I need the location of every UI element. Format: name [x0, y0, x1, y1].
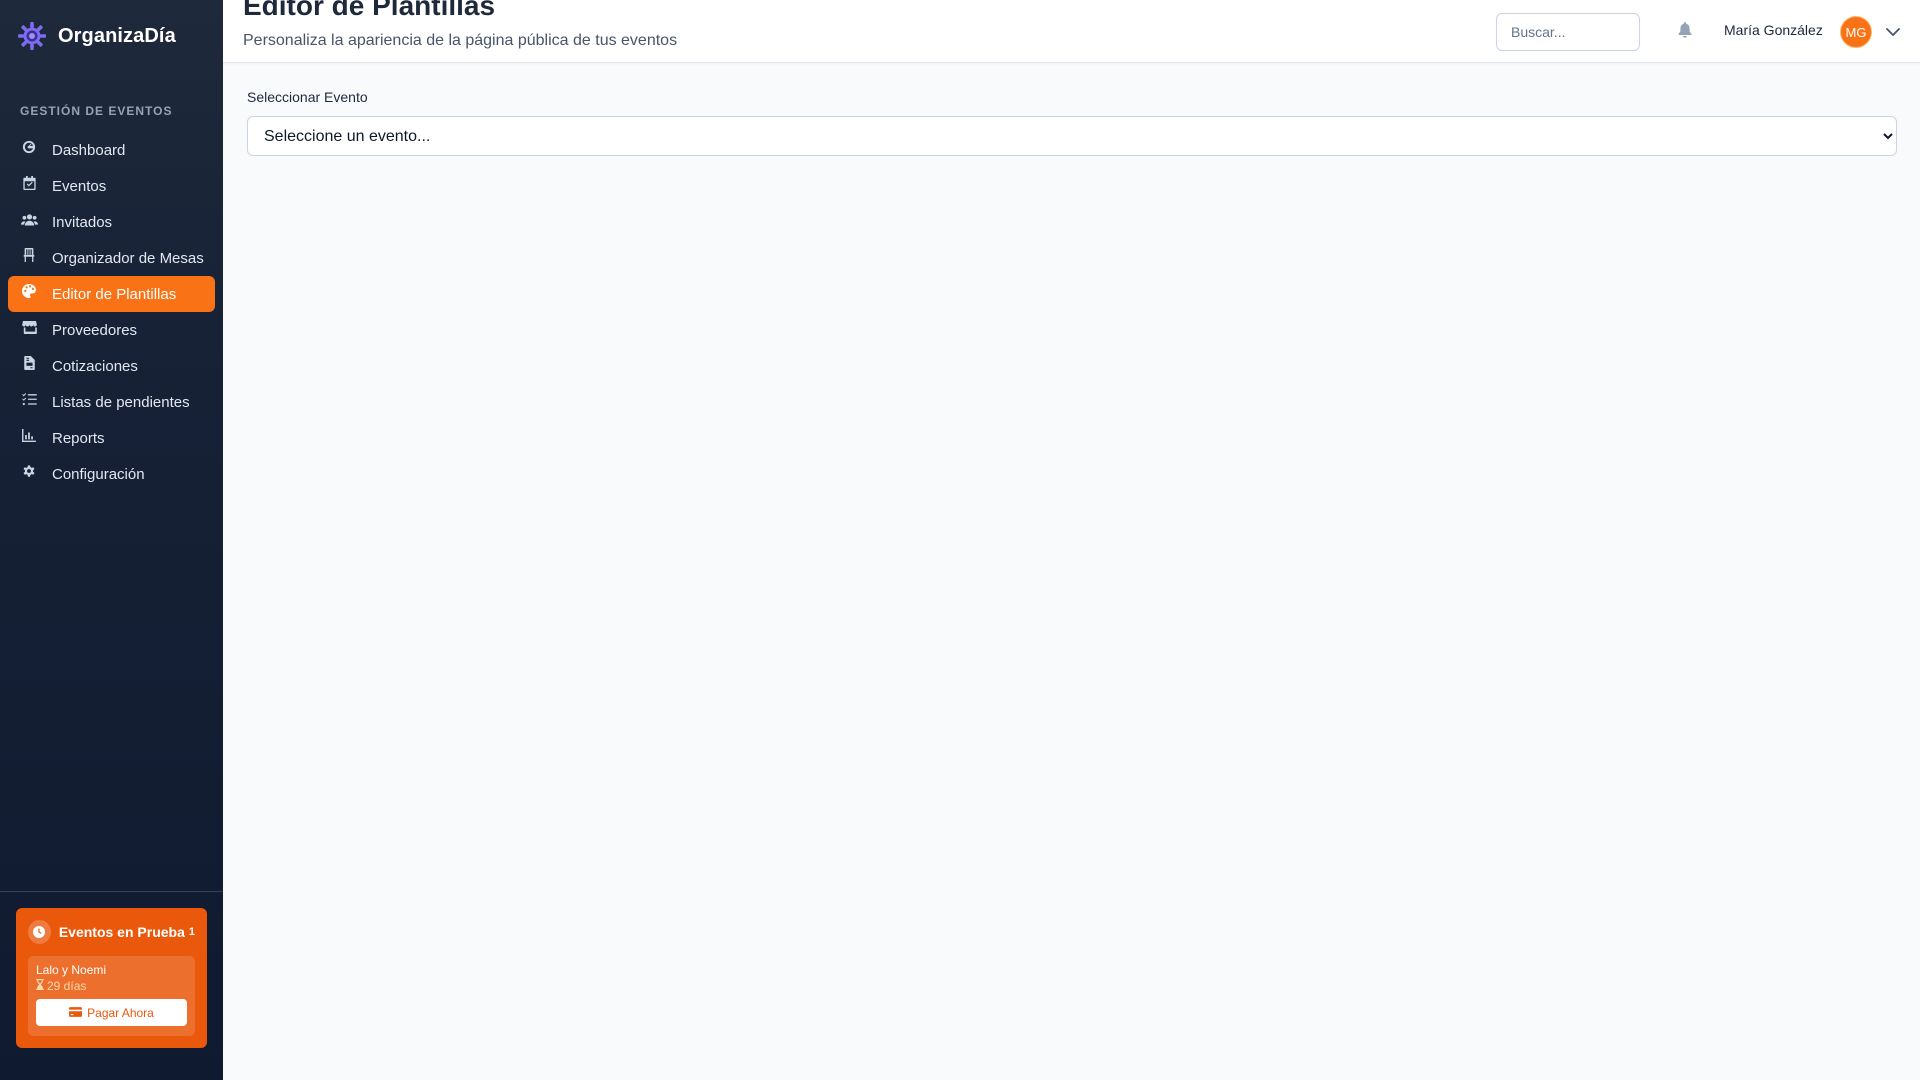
trial-count-badge: 1 — [188, 926, 195, 938]
main-content: Seleccionar Evento Seleccione un evento.… — [223, 64, 1920, 1080]
sidebar-item-proveedores[interactable]: Proveedores — [8, 312, 215, 348]
avatar[interactable]: MG — [1840, 16, 1872, 48]
select-event-label: Seleccionar Evento — [247, 89, 368, 105]
sidebar-item-eventos[interactable]: Eventos — [8, 168, 215, 204]
sidebar-item-reports[interactable]: Reports — [8, 420, 215, 456]
sidebar-item-dashboard[interactable]: Dashboard — [8, 132, 215, 168]
bell-icon[interactable] — [1675, 20, 1695, 40]
sidebar: OrganizaDía GESTIÓN DE EVENTOS Dashboard… — [0, 0, 223, 1080]
search-input[interactable] — [1496, 13, 1640, 51]
sidebar-nav: Dashboard Eventos Invitados Organizador … — [8, 132, 215, 492]
sidebar-item-label: Proveedores — [52, 321, 138, 339]
chart-icon — [20, 426, 38, 444]
brand-logo[interactable]: OrganizaDía — [16, 20, 176, 52]
sidebar-item-listas-pendientes[interactable]: Listas de pendientes — [8, 384, 215, 420]
user-name[interactable]: María González — [1724, 22, 1823, 38]
file-invoice-icon — [20, 354, 38, 372]
gear-icon — [20, 462, 38, 480]
page-subtitle: Personaliza la apariencia de la página p… — [243, 32, 678, 49]
sidebar-item-label: Configuración — [52, 465, 145, 483]
event-select[interactable]: Seleccione un evento... — [247, 116, 1897, 156]
sidebar-item-label: Eventos — [52, 177, 107, 195]
sidebar-item-label: Cotizaciones — [52, 357, 138, 375]
sidebar-item-editor-plantillas[interactable]: Editor de Plantillas — [8, 276, 215, 312]
store-icon — [20, 318, 38, 336]
pay-now-label: Pagar Ahora — [87, 1005, 154, 1020]
sidebar-item-invitados[interactable]: Invitados — [8, 204, 215, 240]
sidebar-item-cotizaciones[interactable]: Cotizaciones — [8, 348, 215, 384]
users-icon — [20, 210, 38, 228]
trial-events-card: Eventos en Prueba 1 Lalo y Noemi 29 días… — [16, 908, 207, 1048]
trial-card-title: Eventos en Prueba — [58, 924, 185, 940]
top-header: Editor de Plantillas Personaliza la apar… — [223, 0, 1920, 63]
sidebar-item-label: Organizador de Mesas — [52, 249, 204, 267]
brand-name: OrganizaDía — [58, 24, 176, 47]
trial-event-name: Lalo y Noemi — [36, 963, 107, 977]
dashboard-icon — [20, 138, 38, 156]
trial-event-item: Lalo y Noemi 29 días Pagar Ahora — [28, 956, 195, 1036]
trial-days-remaining: 29 días — [36, 979, 187, 993]
sidebar-item-label: Dashboard — [52, 141, 126, 159]
chair-icon — [20, 246, 38, 264]
sidebar-item-label: Listas de pendientes — [52, 393, 190, 411]
pay-now-button[interactable]: Pagar Ahora — [36, 999, 187, 1026]
chevron-down-icon[interactable] — [1884, 23, 1902, 41]
clock-icon — [28, 920, 51, 944]
nav-section-title: GESTIÓN DE EVENTOS — [20, 104, 173, 118]
hourglass-icon — [36, 979, 44, 993]
sidebar-item-organizador-mesas[interactable]: Organizador de Mesas — [8, 240, 215, 276]
credit-card-icon — [69, 1006, 83, 1020]
sidebar-item-configuracion[interactable]: Configuración — [8, 456, 215, 492]
list-check-icon — [20, 390, 38, 408]
gear-logo-icon — [16, 20, 48, 52]
sidebar-divider — [0, 891, 223, 892]
trial-card-header: Eventos en Prueba 1 — [28, 920, 195, 944]
sidebar-item-label: Invitados — [52, 213, 113, 231]
calendar-icon — [20, 174, 38, 192]
trial-days-text: 29 días — [47, 979, 87, 993]
sidebar-item-label: Editor de Plantillas — [52, 285, 177, 303]
palette-icon — [20, 282, 38, 300]
sidebar-item-label: Reports — [52, 429, 105, 447]
page-title: Editor de Plantillas — [243, 0, 496, 21]
